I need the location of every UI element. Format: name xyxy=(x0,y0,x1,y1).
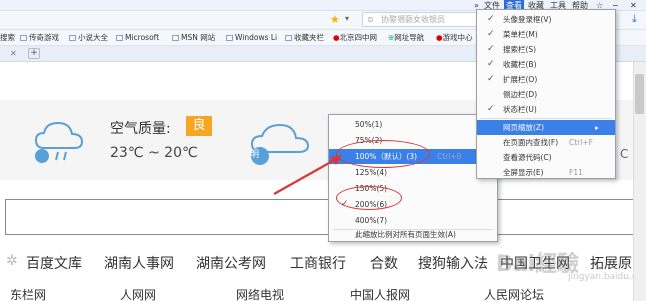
folder-icon xyxy=(226,35,233,41)
link-item[interactable]: 人民网论坛 xyxy=(484,286,544,301)
fav-item[interactable]: 收藏夹栏 xyxy=(285,33,324,43)
check-icon: ✓ xyxy=(487,104,495,114)
view-favbar-item[interactable]: ✓ 收藏栏(B) xyxy=(477,57,615,72)
link-item[interactable]: 中国人报网 xyxy=(350,286,410,301)
page-icon xyxy=(20,35,27,41)
link-item[interactable]: 人网网 xyxy=(120,286,156,301)
scrollbar-thumb[interactable] xyxy=(635,74,644,114)
fav-item[interactable]: ●游戏中心 xyxy=(436,33,473,43)
air-quality-label: 空气质量: xyxy=(110,121,171,137)
download-icon[interactable]: ⤓ xyxy=(632,12,637,26)
view-menubar-item[interactable]: ✓ 菜单栏(M) xyxy=(477,27,615,42)
view-menu: ✓ 头像登录框(V) ✓ 菜单栏(M) ✓ 搜索栏(S) ✓ 收藏栏(B) ✓ 扩展栏(O… xyxy=(476,9,616,179)
link-item[interactable]: 搜狗输入法 xyxy=(418,253,488,273)
check-icon: ✓ xyxy=(487,59,495,69)
link-item[interactable]: 拓展原 xyxy=(590,253,632,273)
air-quality-badge: 良 xyxy=(186,116,212,136)
submenu-arrow-icon: ▸ xyxy=(595,123,599,132)
tomorrow-label: 明 xyxy=(250,150,260,160)
page-icon xyxy=(69,35,76,41)
link-item[interactable]: 百度文库 xyxy=(26,253,82,273)
fav-item[interactable]: Windows Li xyxy=(226,33,277,43)
fav-item[interactable]: Microsoft xyxy=(116,33,159,43)
favorite-star-icon[interactable]: ★ xyxy=(330,13,340,26)
link-item[interactable]: 合数 xyxy=(370,253,398,273)
temperature-range: 23℃ ~ 20℃ xyxy=(110,145,198,161)
view-extbar-item[interactable]: ✓ 扩展栏(O) xyxy=(477,72,615,87)
view-searchbar-item[interactable]: ✓ 搜索栏(S) xyxy=(477,42,615,57)
check-icon: ✓ xyxy=(487,44,495,54)
close-icon[interactable]: ✕ xyxy=(630,0,637,11)
check-icon: ✓ xyxy=(487,74,495,84)
search-placeholder: 协警猥褻女收银员 xyxy=(381,15,445,24)
new-tab-button[interactable]: + xyxy=(28,48,40,59)
gear-icon[interactable]: ✲ xyxy=(6,253,18,269)
tomorrow-temp: C xyxy=(620,147,629,161)
zoom-submenu: 50%(1) 75%(2) 100%（默认）(3) Ctrl+0 125%(4) … xyxy=(328,114,498,242)
fav-item[interactable]: 传奇游戏 xyxy=(20,33,59,43)
view-zoom-item[interactable]: 网页缩放(Z) ▸ xyxy=(477,120,615,135)
fav-item[interactable]: MSN 网站 xyxy=(172,33,215,43)
link-item[interactable]: 湖南人事网 xyxy=(104,253,174,273)
zoom-400-item[interactable]: 400%(7) xyxy=(329,213,497,228)
annotation-ellipse-100 xyxy=(336,140,430,168)
folder-icon xyxy=(172,35,179,41)
link-item[interactable]: 湖南公考网 xyxy=(196,253,266,273)
search-input[interactable]: ⊜ 协警猥褻女收银员 xyxy=(362,12,482,27)
fav-item[interactable]: ●北京四中网 xyxy=(333,33,377,43)
check-icon: ✓ xyxy=(487,14,495,24)
zoom-50-item[interactable]: 50%(1) xyxy=(329,117,497,132)
view-statusbar-item[interactable]: ✓ 状态栏(U) xyxy=(477,102,615,117)
view-avatar-login-item[interactable]: ✓ 头像登录框(V) xyxy=(477,12,615,27)
folder-icon xyxy=(116,35,123,41)
view-fullscreen-item[interactable]: 全屏显示(E) F11 xyxy=(477,165,615,180)
watermark: Bai經驗 xyxy=(496,252,580,277)
view-find-item[interactable]: 在页面内查找(F) Ctrl+F xyxy=(477,135,615,150)
menu-separator xyxy=(481,118,611,119)
link-item[interactable]: 工商银行 xyxy=(290,253,346,273)
link-item[interactable]: 东栏网 xyxy=(10,286,46,301)
view-sidebar-item[interactable]: 侧边栏(D) xyxy=(477,87,615,102)
page-search-box[interactable] xyxy=(5,199,635,235)
fav-item[interactable]: 搜索 xyxy=(0,33,15,43)
bottom-links: 东栏网 人网网 网络电视 中国人报网 人民网论坛 xyxy=(0,286,646,301)
view-source-item[interactable]: 查看源代码(C) xyxy=(477,150,615,165)
zoom-apply-all-item[interactable]: 此缩放比例对所有页面生效(A) xyxy=(329,227,497,242)
tab-close-icon[interactable]: ✕ xyxy=(10,49,17,58)
dropdown-chevron-icon[interactable]: ▾ xyxy=(345,14,349,23)
check-icon: ✓ xyxy=(487,29,495,39)
folder-icon xyxy=(285,35,292,41)
zoom-125-item[interactable]: 125%(4) xyxy=(329,165,497,180)
search-engine-icon[interactable]: ⊜ xyxy=(367,13,374,26)
link-item[interactable]: 网络电视 xyxy=(236,286,284,301)
fav-item[interactable]: ⊕网址导航 xyxy=(388,33,424,43)
annotation-arrow xyxy=(273,155,342,195)
cloud-rain-icon xyxy=(34,121,84,163)
fav-item[interactable]: 小说大全 xyxy=(69,33,108,43)
